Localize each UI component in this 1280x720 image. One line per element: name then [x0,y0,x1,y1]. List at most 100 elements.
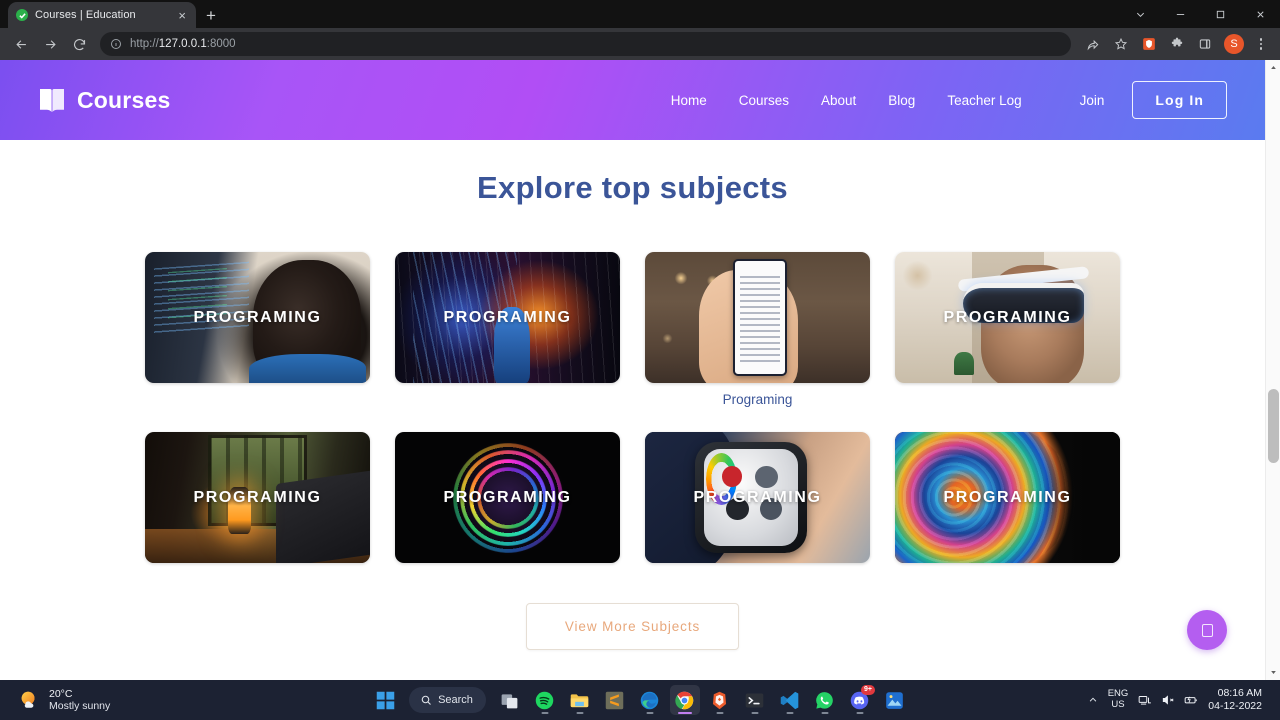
subject-card-image[interactable]: PROGRAMING [145,432,370,563]
nav-item-blog[interactable]: Blog [872,93,931,108]
close-icon[interactable] [1240,0,1280,28]
sublime-text-icon [606,691,624,709]
spotify-button[interactable] [530,685,560,715]
nav-item-courses[interactable]: Courses [723,93,805,108]
terminal-button[interactable] [740,685,770,715]
view-more-subjects-button[interactable]: View More Subjects [525,603,740,650]
reload-icon[interactable] [66,31,92,57]
subject-card-image[interactable]: PROGRAMING [645,432,870,563]
brand-logo[interactable]: Courses [38,87,170,114]
chrome-menu-icon[interactable] [1250,31,1272,57]
tray-icon-group [1138,693,1198,707]
view-more-wrapper: View More Subjects [0,603,1265,650]
maximize-icon[interactable] [1200,0,1240,28]
photos-icon [886,691,904,709]
start-button[interactable] [370,685,400,715]
subject-card-image[interactable]: PROGRAMING [145,252,370,383]
tab-search-icon[interactable] [1120,0,1160,28]
region-code: US [1111,699,1125,710]
brave-browser-button[interactable] [705,685,735,715]
chevron-up-icon[interactable] [1088,695,1098,705]
whatsapp-button[interactable] [810,685,840,715]
photos-button[interactable] [880,685,910,715]
page-viewport: Courses Home Courses About Blog Teacher … [0,60,1280,680]
subject-grid: PROGRAMING PROGRAMING Programing PROGRAM… [0,252,1265,563]
weather-description: Mostly sunny [49,700,111,712]
visual-studio-code-button[interactable] [775,685,805,715]
scroll-up-arrow-icon[interactable] [1266,60,1280,75]
subject-card-image[interactable]: PROGRAMING [395,432,620,563]
subject-card-3[interactable]: Programing [645,252,870,407]
brand-name: Courses [77,86,171,113]
nav-item-home[interactable]: Home [655,93,723,108]
scrollbar-thumb[interactable] [1268,389,1279,463]
back-icon[interactable] [8,31,34,57]
address-bar[interactable]: http://127.0.0.1:8000 [100,32,1071,56]
nav-item-join[interactable]: Join [1038,93,1121,108]
brave-extension-icon[interactable] [1136,31,1162,57]
subject-card-8[interactable]: PROGRAMING [895,432,1120,563]
network-icon[interactable] [1138,693,1152,707]
file-explorer-button[interactable] [565,685,595,715]
nav-item-teacher-log[interactable]: Teacher Log [931,93,1037,108]
page-content: Explore top subjects PROGRAMING PROGRAMI… [0,140,1265,650]
new-tab-button[interactable]: + [206,7,216,28]
windows-logo-icon [376,691,394,709]
profile-avatar[interactable]: S [1224,34,1244,54]
volume-muted-icon[interactable] [1161,693,1175,707]
subject-card-label: PROGRAMING [943,488,1072,506]
sublime-text-button[interactable] [600,685,630,715]
battery-icon[interactable] [1184,693,1198,707]
side-panel-icon[interactable] [1192,31,1218,57]
url-host: 127.0.0.1 [158,38,207,50]
brave-icon [713,691,727,709]
subject-card-2[interactable]: PROGRAMING [395,252,620,407]
weather-widget[interactable]: 20°C Mostly sunny [8,688,258,712]
browser-tab[interactable]: Courses | Education × [8,2,196,28]
subject-card-label: PROGRAMING [943,308,1072,326]
page-scrollbar[interactable] [1265,60,1280,680]
weather-text: 20°C Mostly sunny [49,688,110,712]
tab-strip: Courses | Education × + [0,0,1280,28]
microsoft-edge-button[interactable] [635,685,665,715]
subject-card-6[interactable]: PROGRAMING [395,432,620,563]
subject-card-image[interactable]: PROGRAMING [895,252,1120,383]
google-chrome-button[interactable] [669,685,700,715]
subject-card-5[interactable]: PROGRAMING [145,432,370,563]
forward-icon[interactable] [37,31,63,57]
open-book-icon [40,89,64,112]
chat-bubble-icon [1201,623,1213,637]
close-icon[interactable]: × [176,8,188,23]
task-view-button[interactable] [495,685,525,715]
login-button[interactable]: Log In [1132,81,1227,119]
windows-taskbar: 20°C Mostly sunny Search 9+ ENG US 08:16… [0,680,1280,720]
bookmark-star-icon[interactable] [1108,31,1134,57]
subject-card-7[interactable]: PROGRAMING [645,432,870,563]
search-input[interactable]: Search [409,687,486,713]
site-header: Courses Home Courses About Blog Teacher … [0,60,1265,140]
language-indicator[interactable]: ENG US [1108,688,1129,711]
subject-card-label: PROGRAMING [443,488,572,506]
clock[interactable]: 08:16 AM 04-12-2022 [1208,687,1262,712]
subject-card-image[interactable]: PROGRAMING [895,432,1120,563]
subject-card-image[interactable]: PROGRAMING [395,252,620,383]
minimize-icon[interactable] [1160,0,1200,28]
subject-card-image[interactable] [645,252,870,383]
extensions-puzzle-icon[interactable] [1164,31,1190,57]
tab-title: Courses | Education [35,9,136,21]
subject-card-4[interactable]: PROGRAMING [895,252,1120,407]
nav-item-about[interactable]: About [805,93,872,108]
spotify-icon [536,691,554,709]
whatsapp-icon [816,691,834,709]
system-tray: ENG US 08:16 AM 04-12-2022 [1088,687,1272,712]
weather-temperature: 20°C [49,687,73,700]
share-icon[interactable] [1080,31,1106,57]
page-title: Explore top subjects [477,170,788,205]
subject-card-1[interactable]: PROGRAMING [145,252,370,407]
folder-icon [571,693,589,707]
scroll-down-arrow-icon[interactable] [1266,665,1280,680]
discord-button[interactable]: 9+ [845,685,875,715]
check-circle-icon [16,9,28,21]
site-info-icon[interactable] [110,38,122,50]
chat-widget-button[interactable] [1187,610,1227,650]
